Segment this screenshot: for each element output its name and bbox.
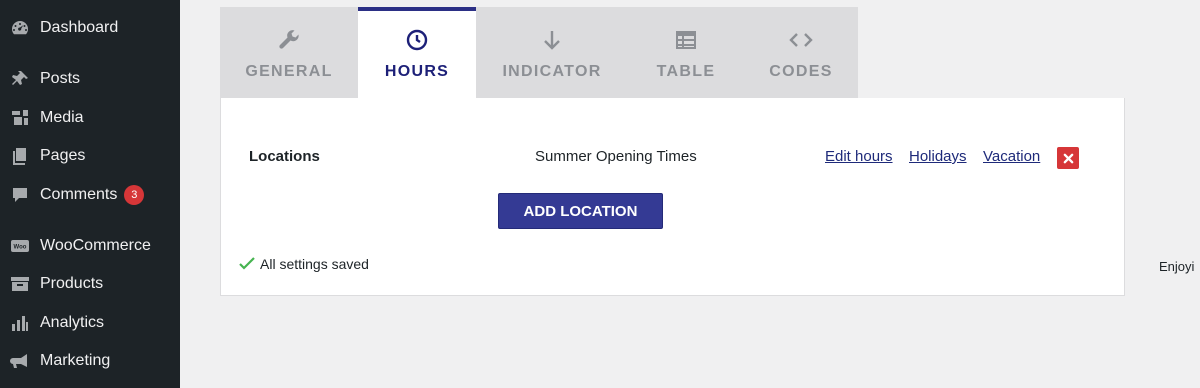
side-note-text: Enjoyi: [1159, 259, 1195, 274]
sidebar-item-marketing[interactable]: Marketing: [0, 344, 180, 378]
vacation-link[interactable]: Vacation: [983, 148, 1040, 165]
sidebar-item-label: Marketing: [40, 352, 111, 369]
wrench-icon: [276, 27, 302, 53]
sidebar-item-label: Products: [40, 275, 104, 292]
sidebar-item-media[interactable]: Media: [0, 101, 180, 135]
edit-hours-link[interactable]: Edit hours: [825, 148, 893, 165]
location-name: Summer Opening Times: [535, 148, 697, 165]
sidebar-item-label: Comments: [40, 186, 118, 203]
sidebar-item-products[interactable]: Products: [0, 267, 180, 301]
tab-general[interactable]: GENERAL: [220, 7, 358, 98]
tab-codes[interactable]: CODES: [744, 7, 858, 98]
megaphone-icon: [9, 350, 31, 372]
holidays-link[interactable]: Holidays: [909, 148, 967, 165]
admin-sidebar: Dashboard Posts Media Pages Comments 3 W…: [0, 0, 180, 388]
tab-label: TABLE: [656, 63, 716, 80]
archive-icon: [9, 273, 31, 295]
media-icon: [9, 107, 31, 129]
tab-label: INDICATOR: [502, 63, 602, 80]
tab-label: GENERAL: [245, 63, 333, 80]
delete-location-button[interactable]: [1057, 147, 1079, 169]
close-icon: [1063, 153, 1073, 163]
dashboard-icon: [9, 17, 31, 39]
sidebar-item-label: Dashboard: [40, 19, 119, 36]
tab-indicator[interactable]: INDICATOR: [476, 7, 628, 98]
save-status: All settings saved: [238, 255, 369, 273]
sidebar-item-comments[interactable]: Comments 3: [0, 178, 180, 212]
sidebar-item-posts[interactable]: Posts: [0, 62, 180, 96]
sidebar-item-label: Pages: [40, 147, 86, 164]
comment-count-badge: 3: [124, 185, 145, 205]
locations-label: Locations: [249, 148, 320, 165]
tab-hours[interactable]: HOURS: [358, 7, 476, 98]
bar-chart-icon: [9, 312, 31, 334]
arrow-down-icon: [539, 27, 565, 53]
sidebar-item-label: Posts: [40, 70, 81, 87]
code-icon: [788, 27, 814, 53]
table-icon: [673, 27, 699, 53]
tab-label: CODES: [769, 63, 833, 80]
settings-tabs: GENERAL HOURS INDICATOR TABLE CODES: [220, 7, 858, 98]
sidebar-item-label: WooCommerce: [40, 237, 151, 254]
sidebar-item-pages[interactable]: Pages: [0, 139, 180, 173]
woocommerce-logo-text: Woo: [14, 245, 27, 251]
sidebar-item-woocommerce[interactable]: Woo WooCommerce: [0, 229, 180, 263]
comment-icon: [9, 184, 31, 206]
checkmark-icon: [239, 257, 255, 270]
add-location-button[interactable]: ADD LOCATION: [498, 193, 663, 229]
pin-icon: [9, 68, 31, 90]
sidebar-item-dashboard[interactable]: Dashboard: [0, 11, 180, 45]
sidebar-item-label: Analytics: [40, 314, 105, 331]
clock-icon: [404, 27, 430, 53]
tab-label: HOURS: [384, 63, 450, 80]
sidebar-item-label: Media: [40, 109, 84, 126]
hours-panel: Locations Summer Opening Times Edit hour…: [220, 98, 1125, 296]
woocommerce-icon: Woo: [9, 235, 31, 257]
pages-icon: [9, 145, 31, 167]
save-status-text: All settings saved: [260, 256, 369, 272]
tab-table[interactable]: TABLE: [628, 7, 744, 98]
sidebar-item-analytics[interactable]: Analytics: [0, 306, 180, 340]
